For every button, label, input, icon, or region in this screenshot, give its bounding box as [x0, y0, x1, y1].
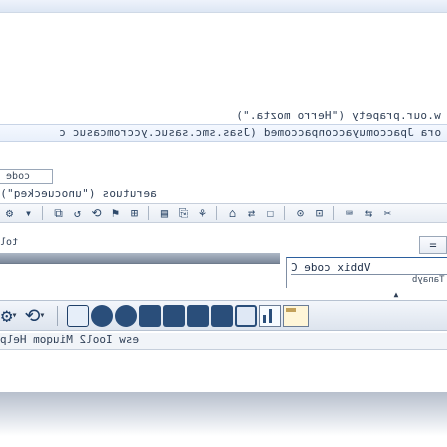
toolbar-separator: [216, 206, 219, 220]
outline-tool-icon[interactable]: [235, 304, 258, 327]
circle-tool-icon[interactable]: [91, 304, 114, 327]
window-top-stripe: [0, 0, 447, 13]
folder-icon[interactable]: [283, 304, 310, 327]
code-line-2[interactable]: ora Jpaccomuyacconpaccomed (Jsas.smc.sas…: [0, 124, 447, 142]
square-tool-icon[interactable]: [163, 304, 186, 327]
code-tab-label: code: [6, 171, 31, 182]
toolbar-icon-5[interactable]: ⚑: [107, 206, 124, 220]
tol-label: tol: [0, 237, 19, 248]
toolbar-icon-16[interactable]: ⇆: [360, 206, 377, 220]
toolbar-icon-1[interactable]: ▾: [20, 206, 37, 220]
toolbar-icon-2[interactable]: ⧉: [50, 206, 67, 220]
toolbar-icon-14[interactable]: ⊡: [311, 206, 328, 220]
minimize-button[interactable]: =: [419, 236, 447, 254]
toolbar-separator: [284, 206, 287, 220]
refresh-icon[interactable]: ⟲: [24, 305, 40, 327]
square-tool-icon[interactable]: [139, 304, 162, 327]
toolbar-icon-11[interactable]: ⇄: [243, 206, 260, 220]
toolbar-icon-7[interactable]: ▤: [156, 206, 173, 220]
square-tool-icon[interactable]: [187, 304, 210, 327]
menu-bar[interactable]: esw Iool2 Miuqom Help: [0, 333, 447, 350]
toolbar-separator: [148, 206, 151, 220]
minimize-icon: =: [429, 238, 437, 252]
toolbar-icon-3[interactable]: ↺: [69, 206, 86, 220]
code-panel[interactable]: Vbbix code C Tanayb: [286, 257, 447, 288]
toolbar-separator: [42, 206, 45, 220]
square-tool-icon[interactable]: [211, 304, 234, 327]
toolbar-icon-15[interactable]: ⌨: [341, 206, 358, 220]
code-line-1: w.our.prapety ("Herro mozta."): [0, 108, 447, 122]
chevron-down-icon[interactable]: ▾: [11, 310, 17, 321]
main-toolbar: ⚙ ▾ ⟲ ▾: [0, 300, 447, 331]
circle-tool-icon[interactable]: [115, 304, 138, 327]
chart-icon[interactable]: [259, 304, 282, 327]
small-toolbar: ⚙ ▾ ⧉ ↺ ⟲ ⚑ ⊞ ▤ ⎘ ⚘ ⌂ ⇄ ☐ ⊙ ⊡ ⌨ ⇆ ✂: [0, 203, 447, 223]
toolbar-icon-4[interactable]: ⟲: [88, 206, 105, 220]
code-line-1-text: w.our.prapety ("Herro mozta."): [236, 109, 441, 122]
toolbar-icon-12[interactable]: ☐: [262, 206, 279, 220]
bottom-fade: [0, 392, 447, 447]
rectangle-tool-icon[interactable]: [67, 304, 90, 327]
code-line-3-text: aerutuos ("unocueckeq"): [0, 187, 157, 200]
toolbar-icon-9[interactable]: ⚘: [194, 206, 211, 220]
app-window: w.our.prapety ("Herro mozta.") ora Jpacc…: [0, 0, 447, 447]
chevron-down-icon[interactable]: ▾: [39, 310, 45, 321]
toolbar-icon-10[interactable]: ⌂: [224, 206, 241, 220]
toolbar-separator: [57, 305, 60, 326]
toolbar-separator: [333, 206, 336, 220]
toolbar-icon-13[interactable]: ⊙: [292, 206, 309, 220]
code-panel-title: Vbbix code C: [291, 260, 447, 275]
toolbar-icon-0[interactable]: ⚙: [1, 206, 18, 220]
code-line-3: aerutuos ("unocueckeq"): [0, 186, 447, 200]
toolbar-icon-6[interactable]: ⊞: [126, 206, 143, 220]
menu-bar-text: esw Iool2 Miuqom Help: [0, 333, 140, 346]
toolbar-icon-8[interactable]: ⎘: [175, 206, 192, 220]
code-line-2-text: ora Jpaccomuyacconpaccomed (Jsas.smc.sas…: [58, 126, 441, 139]
code-panel-title-text: Vbbix code C: [291, 260, 371, 274]
toolbar-icon-17[interactable]: ✂: [379, 206, 396, 220]
scroll-up-icon[interactable]: ▴: [388, 287, 404, 301]
code-panel-subtitle: Tanayb: [412, 275, 445, 285]
code-tab[interactable]: code: [0, 169, 53, 184]
dark-divider: [0, 253, 280, 264]
